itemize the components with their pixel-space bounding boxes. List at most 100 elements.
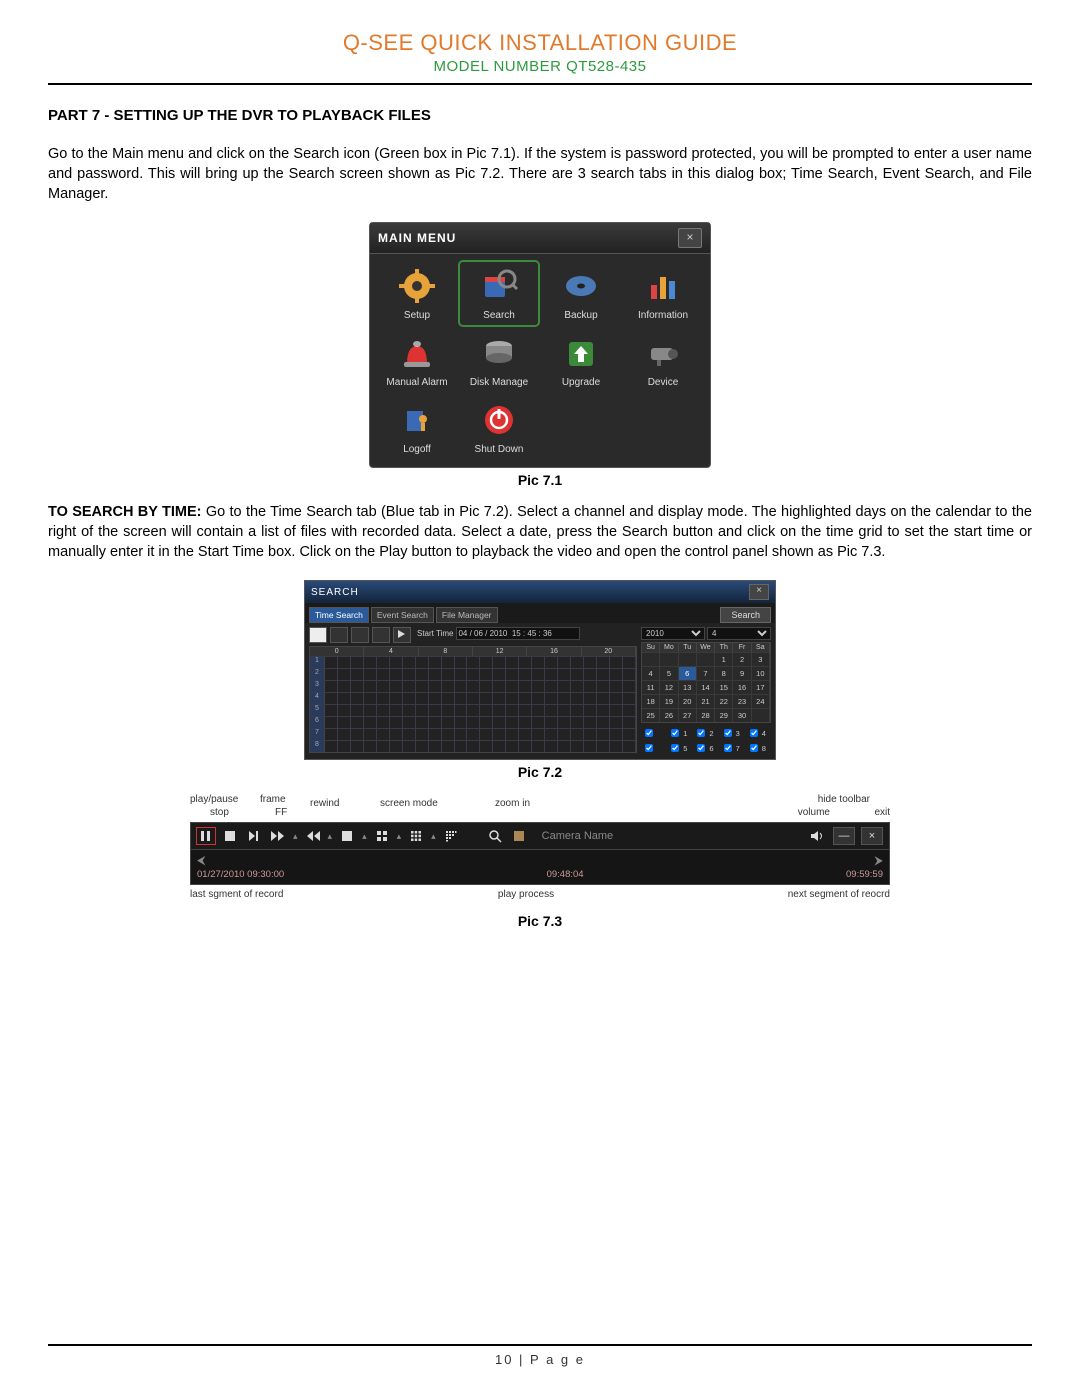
calendar-day[interactable]: 3 [752,652,770,666]
time-grid[interactable]: 048121620 12345678 [309,646,637,753]
menu-item-device[interactable]: Device [624,329,702,392]
time-grid-row[interactable]: 4 [310,692,636,704]
tab-file-manager[interactable]: File Manager [436,607,498,623]
search-button[interactable]: Search [720,607,771,623]
mode-1x1-button[interactable] [309,627,327,643]
calendar-day[interactable]: 2 [733,652,751,666]
close-icon[interactable]: × [678,228,702,248]
calendar-day[interactable]: 15 [715,680,733,694]
color-button[interactable] [510,828,528,844]
calendar-day[interactable]: 7 [697,666,715,680]
calendar-day[interactable]: 28 [697,708,715,722]
calendar-day[interactable]: 12 [660,680,678,694]
hide-toolbar-button[interactable]: — [833,827,855,845]
prev-segment-icon[interactable]: ⮜ [197,853,206,868]
channel-checkbox[interactable]: 8 [746,741,771,755]
channel-checkbox[interactable]: 2 [693,726,718,740]
exit-button[interactable]: × [861,827,883,845]
zoom-button[interactable] [486,828,504,844]
play-button[interactable] [393,627,411,643]
channel-checkbox[interactable] [641,741,666,755]
time-grid-row[interactable]: 2 [310,668,636,680]
calendar-day[interactable] [752,708,770,722]
calendar-day[interactable]: 4 [642,666,660,680]
calendar-day[interactable] [660,652,678,666]
calendar-day[interactable]: 24 [752,694,770,708]
tab-time-search[interactable]: Time Search [309,607,369,623]
channel-checkbox[interactable] [641,726,666,740]
menu-item-search[interactable]: Search [460,262,538,325]
calendar-day[interactable]: 29 [715,708,733,722]
channel-checkbox[interactable]: 5 [667,741,692,755]
volume-button[interactable] [809,828,827,844]
menu-item-manual-alarm[interactable]: Manual Alarm [378,329,456,392]
calendar-day[interactable] [642,652,660,666]
calendar-day[interactable]: 17 [752,680,770,694]
channel-checkbox[interactable]: 7 [720,741,745,755]
calendar-day[interactable]: 22 [715,694,733,708]
calendar-day[interactable]: 13 [679,680,697,694]
calendar-day[interactable]: 9 [733,666,751,680]
time-grid-row[interactable]: 6 [310,716,636,728]
time-grid-row[interactable]: 3 [310,680,636,692]
mode-4x4-button[interactable] [372,627,390,643]
calendar-day[interactable]: 19 [660,694,678,708]
tab-event-search[interactable]: Event Search [371,607,434,623]
calendar-day[interactable]: 1 [715,652,733,666]
time-grid-row[interactable]: 8 [310,740,636,752]
calendar-day[interactable]: 25 [642,708,660,722]
channel-checkbox[interactable]: 4 [746,726,771,740]
para2-bold: TO SEARCH BY TIME: [48,504,201,520]
mode-3x3-button[interactable] [351,627,369,643]
calendar-day[interactable]: 20 [679,694,697,708]
close-icon[interactable]: × [749,584,769,600]
menu-item-logoff[interactable]: Logoff [378,396,456,459]
next-segment-icon[interactable]: ⮞ [874,853,883,868]
start-time-input[interactable] [456,627,580,640]
screen-4-button[interactable] [373,828,391,844]
time-grid-row[interactable]: 5 [310,704,636,716]
screen-16-button[interactable] [442,828,460,844]
calendar-day[interactable]: 11 [642,680,660,694]
calendar-day[interactable]: 8 [715,666,733,680]
screen-9-button[interactable] [407,828,425,844]
calendar-day[interactable]: 6 [679,666,697,680]
frame-button[interactable] [245,828,263,844]
screen-1-button[interactable] [338,828,356,844]
playback-timeline[interactable]: ⮜⮞ 01/27/2010 09:30:00 09:48:04 09:59:59 [190,850,890,885]
calendar-day[interactable] [697,652,715,666]
menu-item-shutdown[interactable]: Shut Down [460,396,538,459]
time-grid-row[interactable]: 1 [310,656,636,668]
calendar-day[interactable]: 16 [733,680,751,694]
mode-2x2-button[interactable] [330,627,348,643]
year-select[interactable]: 2010 [641,627,705,640]
figure-search-window: SEARCH × Time Search Event Search File M… [48,580,1032,780]
calendar-day[interactable]: 5 [660,666,678,680]
caption-2: Pic 7.2 [48,764,1032,780]
main-menu-titlebar: MAIN MENU × [370,223,710,254]
calendar-day[interactable]: 23 [733,694,751,708]
ff-button[interactable] [269,828,287,844]
calendar-day[interactable]: 27 [679,708,697,722]
calendar-day[interactable]: 18 [642,694,660,708]
menu-item-disk-manage[interactable]: Disk Manage [460,329,538,392]
channel-checkbox[interactable]: 1 [667,726,692,740]
menu-item-backup[interactable]: Backup [542,262,620,325]
time-grid-row[interactable]: 7 [310,728,636,740]
calendar-day[interactable]: 21 [697,694,715,708]
rewind-button[interactable] [304,828,322,844]
menu-label: Search [462,310,536,321]
play-pause-button[interactable] [197,828,215,844]
channel-checkbox[interactable]: 6 [693,741,718,755]
calendar-day[interactable] [679,652,697,666]
calendar-day[interactable]: 30 [733,708,751,722]
menu-item-upgrade[interactable]: Upgrade [542,329,620,392]
calendar-day[interactable]: 14 [697,680,715,694]
calendar-day[interactable]: 26 [660,708,678,722]
month-select[interactable]: 4 [707,627,771,640]
menu-item-setup[interactable]: Setup [378,262,456,325]
calendar-day[interactable]: 10 [752,666,770,680]
channel-checkbox[interactable]: 3 [720,726,745,740]
menu-item-information[interactable]: Information [624,262,702,325]
stop-button[interactable] [221,828,239,844]
